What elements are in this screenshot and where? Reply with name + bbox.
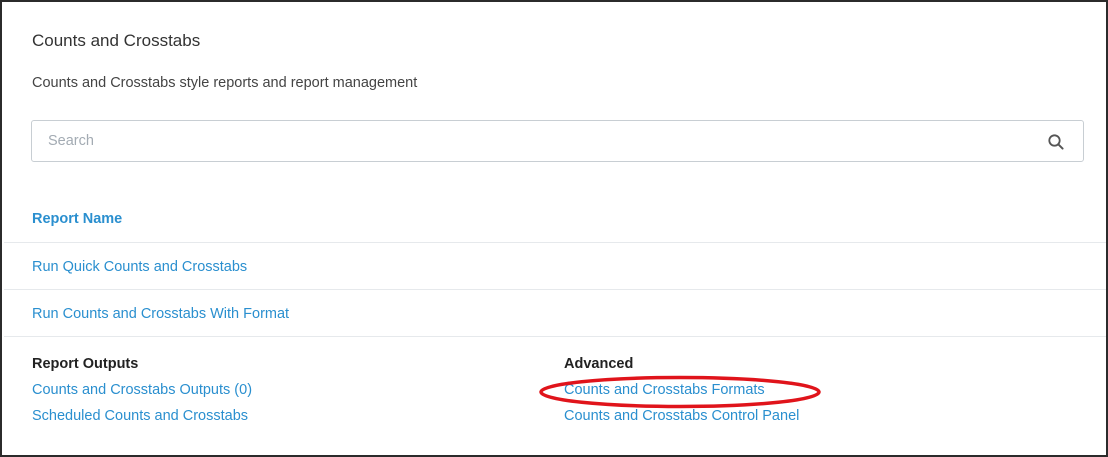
page-title: Counts and Crosstabs [32,31,201,50]
section-heading-report-outputs: Report Outputs [32,356,139,372]
link-counts-control-panel[interactable]: Counts and Crosstabs Control Panel [564,408,799,424]
column-header-report-name[interactable]: Report Name [32,211,122,227]
link-run-quick-counts[interactable]: Run Quick Counts and Crosstabs [32,259,247,275]
link-scheduled-counts[interactable]: Scheduled Counts and Crosstabs [32,408,248,424]
page-subtitle: Counts and Crosstabs style reports and r… [32,75,418,91]
link-counts-formats[interactable]: Counts and Crosstabs Formats [564,382,765,398]
section-heading-advanced: Advanced [564,356,634,372]
divider [4,289,1106,290]
link-counts-outputs[interactable]: Counts and Crosstabs Outputs (0) [32,382,252,398]
counts-crosstabs-panel: Counts and Crosstabs Counts and Crosstab… [0,0,1108,457]
search-icon[interactable] [1047,133,1065,151]
search-input[interactable] [32,121,1032,161]
search-box [31,120,1084,162]
divider [4,242,1106,243]
divider [4,336,1106,337]
link-run-counts-with-format[interactable]: Run Counts and Crosstabs With Format [32,306,289,322]
